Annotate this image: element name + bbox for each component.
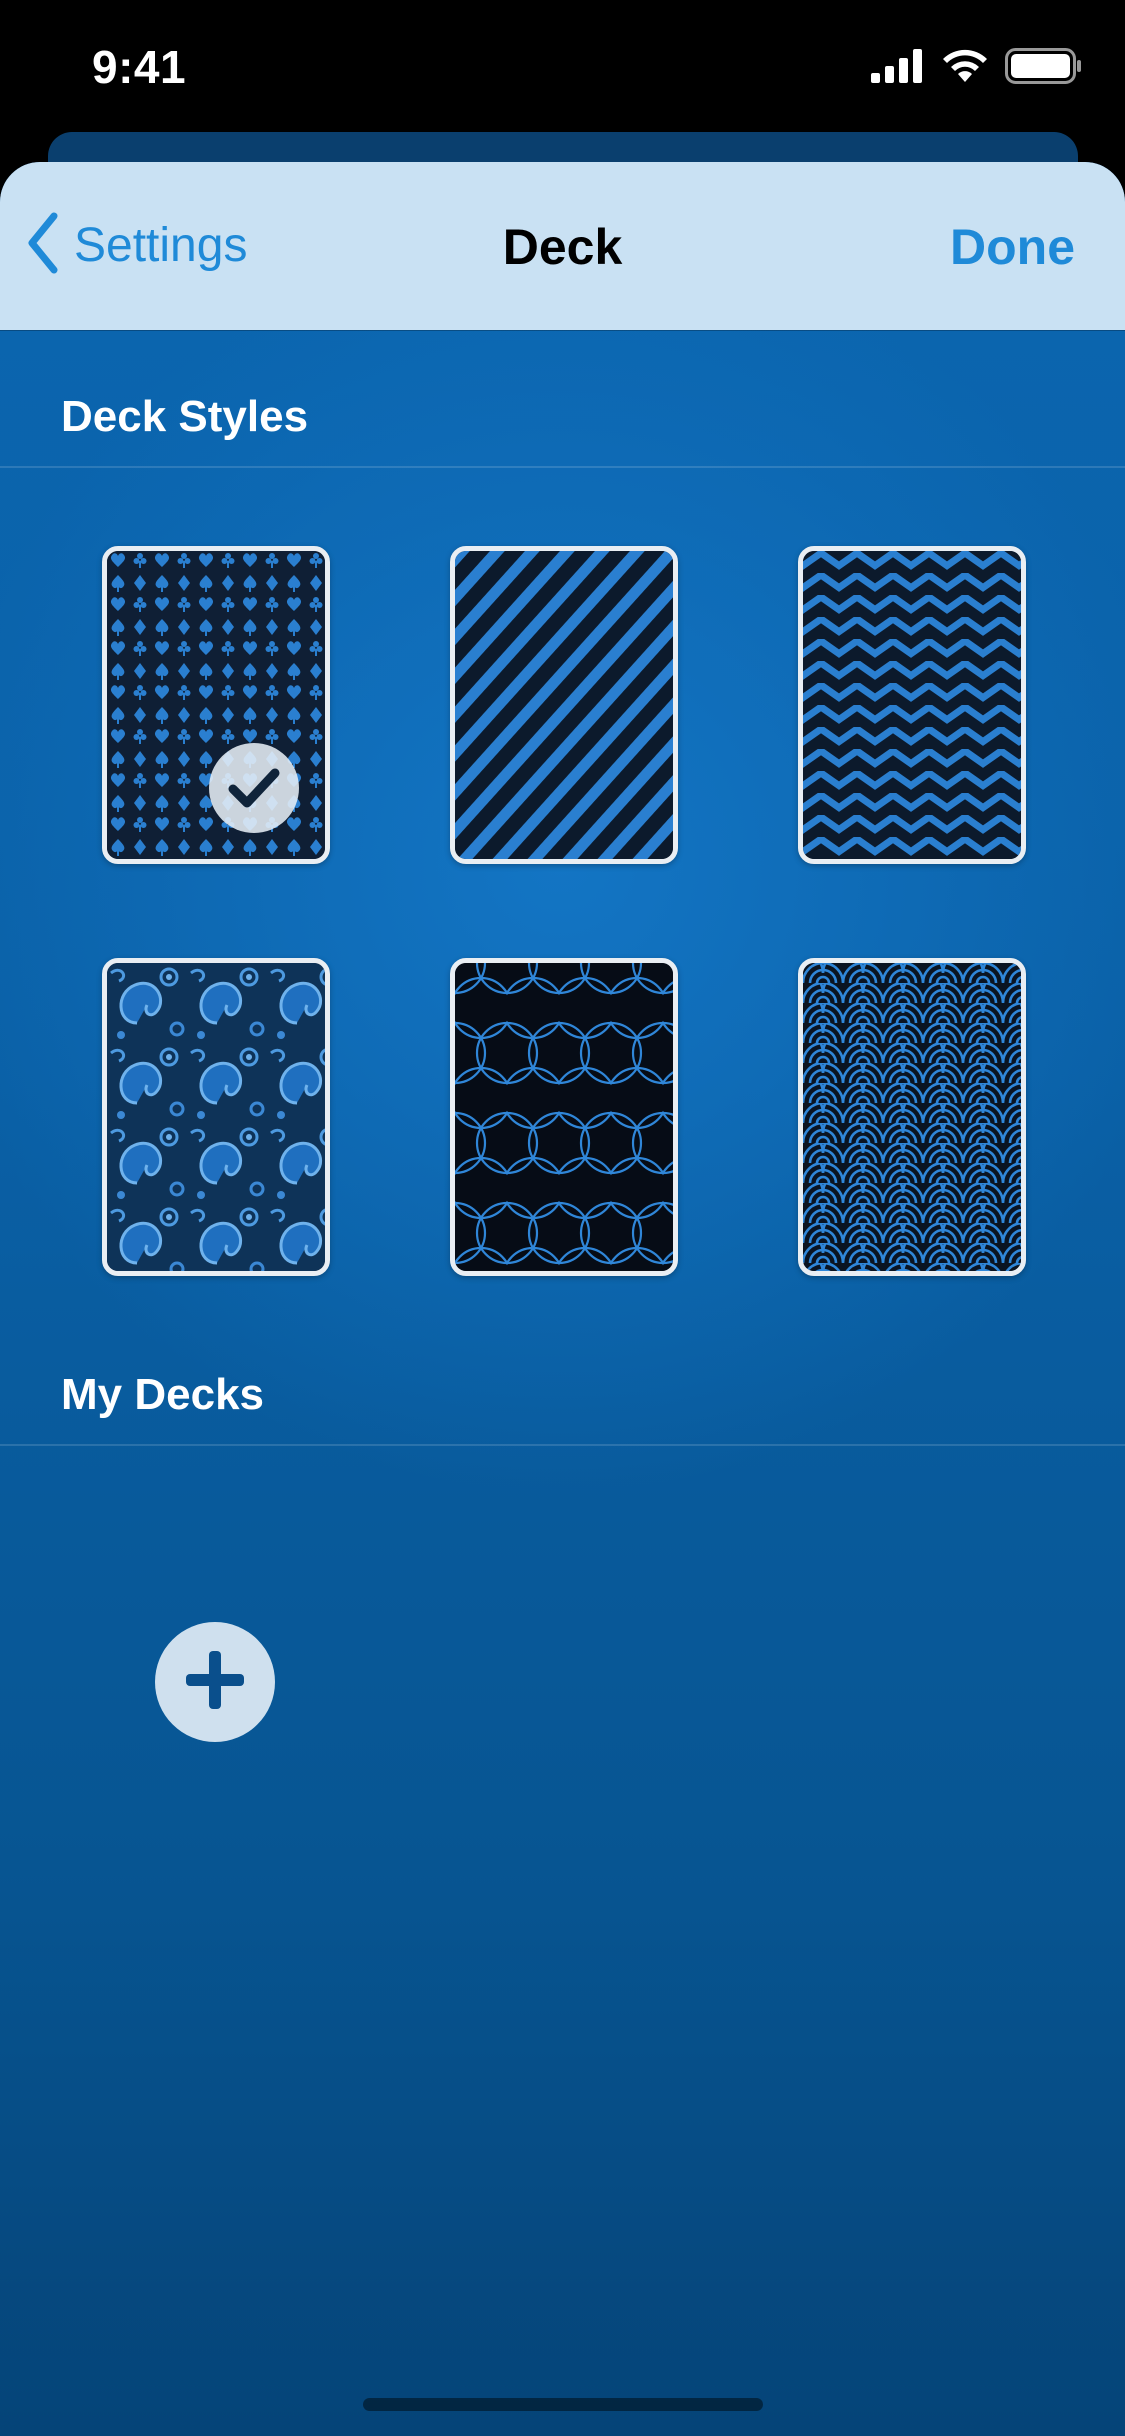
chevron-pattern — [803, 551, 1021, 859]
section-header-my-decks: My Decks — [61, 1370, 265, 1419]
deck-style-card-paisley[interactable] — [102, 958, 330, 1276]
plus-icon — [184, 1649, 246, 1716]
deck-sheet: Settings Deck Done Deck Styles My Decks — [0, 162, 1125, 2436]
seigaiha-waves-pattern — [803, 963, 1021, 1271]
selected-badge — [209, 743, 299, 833]
signal-icon — [871, 49, 925, 88]
deck-style-card-chevron[interactable] — [798, 546, 1026, 864]
home-indicator[interactable] — [363, 2398, 763, 2411]
status-bar: 9:41 — [0, 0, 1125, 135]
diagonal-stripes-pattern — [455, 551, 673, 859]
done-button[interactable]: Done — [950, 218, 1075, 276]
wifi-icon — [941, 48, 989, 89]
deck-style-card-waves[interactable] — [798, 958, 1026, 1276]
flower-of-life-pattern — [455, 963, 673, 1271]
checkmark-icon — [228, 766, 280, 810]
status-time: 9:41 — [92, 41, 187, 93]
deck-style-card-stripes[interactable] — [450, 546, 678, 864]
navigation-bar: Settings Deck Done — [0, 162, 1125, 330]
status-icons — [871, 48, 1083, 89]
add-deck-button[interactable] — [155, 1622, 275, 1742]
battery-icon — [1005, 48, 1083, 89]
paisley-pattern — [107, 963, 325, 1271]
deck-style-card-suits[interactable] — [102, 546, 330, 864]
section-divider — [0, 466, 1125, 468]
section-divider — [0, 1444, 1125, 1446]
section-header-deck-styles: Deck Styles — [61, 392, 309, 441]
deck-style-card-flower[interactable] — [450, 958, 678, 1276]
